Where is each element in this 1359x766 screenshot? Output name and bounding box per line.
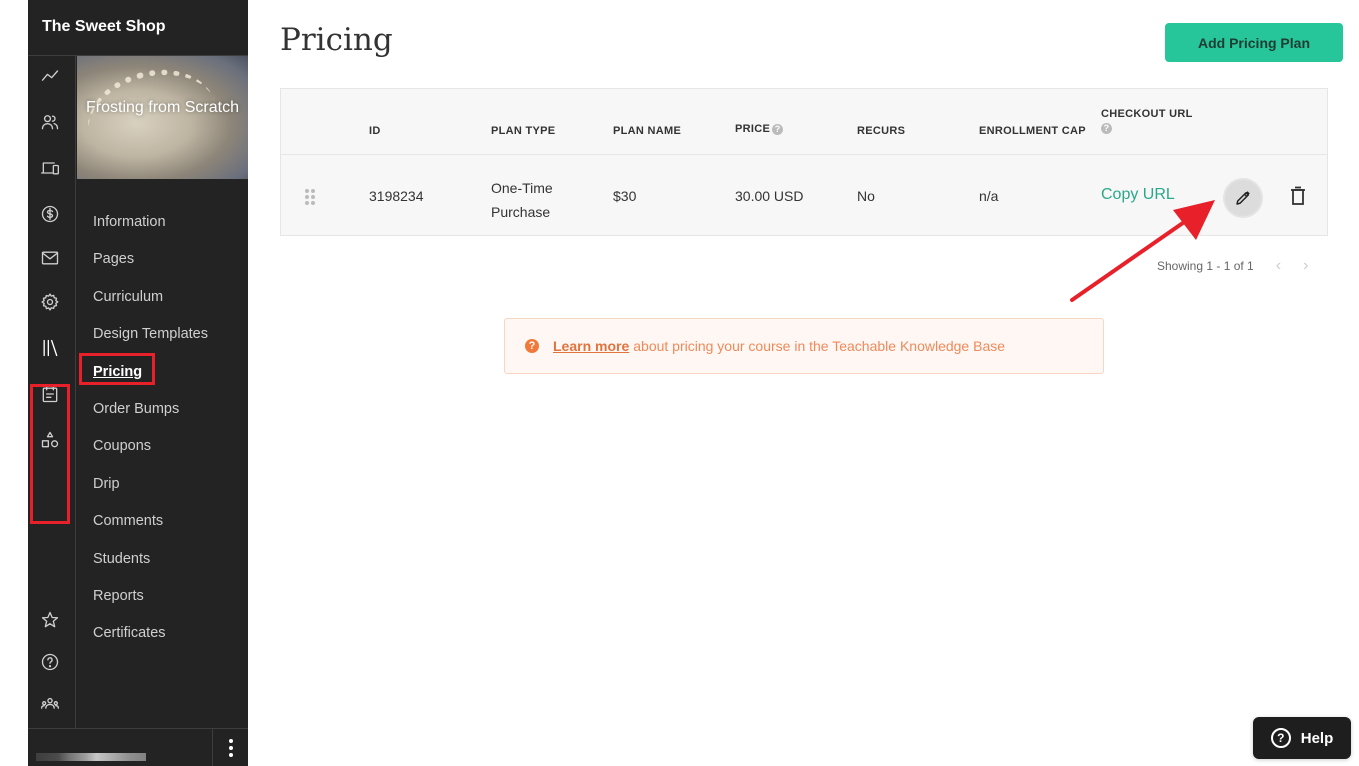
- delete-button[interactable]: [1287, 184, 1309, 208]
- products-library-icon[interactable]: [38, 336, 62, 360]
- prev-page-button[interactable]: ‹: [1276, 257, 1281, 275]
- nav-item-comments[interactable]: Comments: [77, 499, 248, 536]
- header-plan-name: PLAN NAME: [613, 125, 681, 137]
- cell-id: 3198234: [369, 188, 424, 204]
- header-checkout-url: CHECKOUT URL?: [1101, 108, 1193, 134]
- header-plan-type: PLAN TYPE: [491, 125, 555, 137]
- header-plan-name-label: PLAN NAME: [613, 125, 682, 137]
- checkout-url-help-icon[interactable]: ?: [1101, 123, 1112, 134]
- nav-item-pages[interactable]: Pages: [77, 237, 248, 274]
- help-button[interactable]: ? Help: [1253, 717, 1351, 759]
- community-icon[interactable]: [38, 692, 62, 716]
- kebab-dot: [228, 746, 233, 750]
- course-nav: Information Pages Curriculum Design Temp…: [77, 200, 248, 649]
- cell-recurs: No: [857, 188, 875, 204]
- cell-enrollment-cap: n/a: [979, 188, 999, 204]
- sidebar-footer: [28, 728, 248, 766]
- table-header: ID PLAN TYPE PLAN NAME PRICE? RECURS ENR…: [281, 89, 1327, 155]
- emails-icon[interactable]: [38, 246, 62, 270]
- info-text: about pricing your course in the Teachab…: [633, 338, 1006, 354]
- nav-item-certificates[interactable]: Certificates: [77, 611, 248, 648]
- school-name[interactable]: The Sweet Shop: [28, 0, 248, 56]
- pagination: Showing 1 - 1 of 1 ‹ ›: [1157, 257, 1308, 275]
- header-price: PRICE?: [735, 123, 784, 135]
- settings-icon[interactable]: [38, 290, 62, 314]
- trash-icon: [1291, 186, 1305, 205]
- next-page-button[interactable]: ›: [1303, 257, 1308, 275]
- cell-plan-type: One-Time Purchase: [491, 176, 553, 224]
- annotation-highlight-pricing: [79, 353, 155, 385]
- info-banner: ? Learn more about pricing your course i…: [504, 318, 1104, 374]
- pricing-table: ID PLAN TYPE PLAN NAME PRICE? RECURS ENR…: [280, 88, 1328, 236]
- nav-item-information[interactable]: Information: [77, 200, 248, 237]
- sidebar: The Sweet Shop Frosting from Scratch Inf…: [28, 0, 248, 766]
- cell-price: 30.00 USD: [735, 188, 804, 204]
- pencil-icon: [1236, 191, 1250, 205]
- cell-plan-type-line1: One-Time: [491, 180, 553, 196]
- course-title: Frosting from Scratch: [86, 99, 239, 116]
- nav-item-reports[interactable]: Reports: [77, 574, 248, 611]
- drag-handle-icon[interactable]: [305, 189, 315, 205]
- site-icon[interactable]: [38, 156, 62, 180]
- question-icon: ?: [525, 339, 539, 353]
- help-label: Help: [1300, 729, 1334, 747]
- cell-plan-name: $30: [613, 188, 637, 204]
- nav-item-coupons[interactable]: Coupons: [77, 424, 248, 461]
- icon-rail: [28, 56, 76, 728]
- nav-item-students[interactable]: Students: [77, 537, 248, 574]
- kebab-dot: [228, 753, 233, 757]
- header-id-label: ID: [369, 125, 381, 137]
- nav-item-curriculum[interactable]: Curriculum: [77, 275, 248, 312]
- header-recurs: RECURS: [857, 125, 905, 137]
- sales-icon[interactable]: [38, 202, 62, 226]
- add-pricing-plan-button[interactable]: Add Pricing Plan: [1165, 23, 1343, 62]
- stats-icon[interactable]: [38, 64, 62, 88]
- users-icon[interactable]: [38, 110, 62, 134]
- nav-item-design-templates[interactable]: Design Templates: [77, 312, 248, 349]
- user-name-redacted[interactable]: [36, 753, 146, 761]
- kebab-dot: [228, 739, 233, 743]
- help-question-icon: ?: [1270, 728, 1291, 748]
- header-price-label: PRICE: [735, 123, 771, 135]
- learn-more-link[interactable]: Learn more: [553, 338, 629, 354]
- header-enrollment-cap-label: ENROLLMENT CAP: [979, 125, 1086, 137]
- course-banner[interactable]: Frosting from Scratch: [77, 56, 248, 179]
- pagination-text: Showing 1 - 1 of 1: [1157, 259, 1254, 273]
- nav-item-order-bumps[interactable]: Order Bumps: [77, 387, 248, 424]
- header-checkout-url-label: CHECKOUT URL: [1101, 108, 1193, 120]
- copy-url-link[interactable]: Copy URL: [1101, 186, 1175, 204]
- help-circle-icon[interactable]: [38, 650, 62, 674]
- header-enrollment-cap: ENROLLMENT CAP: [979, 125, 1086, 137]
- nav-item-drip[interactable]: Drip: [77, 462, 248, 499]
- table-row: 3198234 One-Time Purchase $30 30.00 USD …: [281, 156, 1327, 236]
- more-menu-button[interactable]: [212, 729, 248, 766]
- header-id: ID: [369, 125, 381, 137]
- edit-button[interactable]: [1223, 178, 1263, 218]
- star-icon[interactable]: [38, 608, 62, 632]
- page-title: Pricing: [280, 22, 393, 58]
- annotation-highlight-rail: [30, 384, 70, 524]
- header-plan-type-label: PLAN TYPE: [491, 125, 556, 137]
- app: The Sweet Shop Frosting from Scratch Inf…: [0, 0, 1359, 766]
- header-recurs-label: RECURS: [857, 125, 906, 137]
- price-help-icon[interactable]: ?: [772, 123, 784, 135]
- cell-plan-type-line2: Purchase: [491, 204, 551, 220]
